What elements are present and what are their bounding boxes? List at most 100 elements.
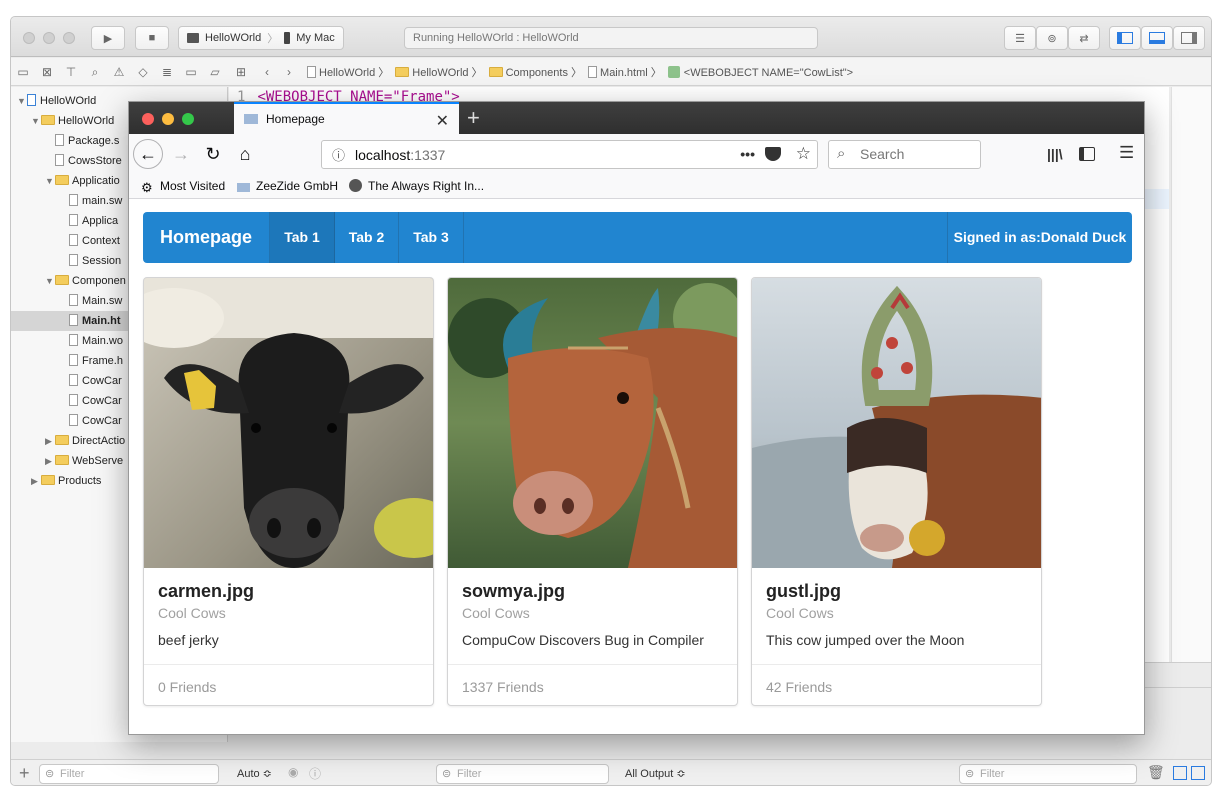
jump-project[interactable]: HelloWOrld — [319, 67, 375, 79]
disclosure-triangle-icon[interactable]: ▼ — [45, 271, 55, 291]
minimize-browser-button[interactable] — [162, 113, 174, 125]
assistant-editor-button[interactable]: ⊚ — [1036, 26, 1068, 50]
back-button[interactable]: ← — [133, 139, 163, 169]
jump-element[interactable]: <WEBOBJECT NAME="CowList"> — [684, 67, 853, 79]
jump-file[interactable]: Main.html — [600, 67, 648, 79]
add-icon[interactable]: + — [19, 763, 30, 784]
bookmark-zeezide[interactable]: ZeeZide GmbH — [237, 179, 338, 193]
split-left-icon[interactable] — [1173, 766, 1187, 780]
test-icon[interactable]: ◇ — [135, 64, 151, 80]
debug-icon[interactable]: ≣ — [159, 64, 175, 80]
sidebar-icon[interactable] — [1079, 147, 1095, 161]
info-icon[interactable]: ⓘ — [332, 145, 345, 164]
eye-icon[interactable]: ◉ — [288, 765, 298, 779]
search-icon[interactable]: ⌕ — [87, 64, 103, 80]
pocket-icon[interactable] — [765, 147, 781, 161]
navigator-item[interactable]: ▼ Applicatio — [11, 171, 120, 191]
zoom-window-button[interactable] — [63, 32, 75, 44]
cow-card[interactable]: carmen.jpg Cool Cows beef jerky 0 Friend… — [143, 277, 434, 706]
close-browser-button[interactable] — [142, 113, 154, 125]
navigator-item[interactable]: ▶ Products — [11, 471, 101, 491]
info-icon[interactable]: ⓘ — [309, 765, 321, 782]
navigator-item[interactable]: ▼ HelloWOrld — [11, 111, 114, 131]
run-button[interactable]: ▶ — [91, 26, 125, 50]
card-friends[interactable]: 42 Friends — [752, 664, 1041, 705]
navigator-item[interactable]: Main.sw — [11, 291, 122, 311]
cow-card[interactable]: gustl.jpg Cool Cows This cow jumped over… — [751, 277, 1042, 706]
forward-button[interactable]: → — [166, 139, 196, 169]
navigator-item[interactable]: Session — [11, 251, 121, 271]
navigator-item[interactable]: CowCar — [11, 391, 122, 411]
reload-button[interactable]: ↻ — [198, 139, 228, 169]
folder-icon[interactable]: ▭ — [15, 64, 31, 80]
auto-selector[interactable]: Auto ≎ — [237, 767, 272, 780]
search-input[interactable]: Search — [828, 140, 981, 169]
back-icon[interactable]: ‹ — [259, 64, 275, 80]
standard-editor-button[interactable]: ☰ — [1004, 26, 1036, 50]
disclosure-triangle-icon[interactable]: ▼ — [17, 91, 27, 111]
navigator-item[interactable]: Package.s — [11, 131, 119, 151]
disclosure-triangle-icon[interactable]: ▶ — [45, 431, 55, 451]
card-title[interactable]: carmen.jpg — [158, 581, 254, 602]
new-tab-button[interactable]: + — [467, 105, 480, 131]
tab-1[interactable]: Tab 1 — [270, 212, 335, 263]
bookmark-most-visited[interactable]: ⚙ Most Visited — [141, 179, 225, 195]
toggle-debug-button[interactable] — [1141, 26, 1173, 50]
scheme-selector[interactable]: HelloWOrld 〉 My Mac — [178, 26, 344, 50]
navigator-item[interactable]: ▼ HelloWOrld — [11, 91, 96, 111]
report-icon[interactable]: ▱ — [207, 64, 223, 80]
home-button[interactable]: ⌂ — [230, 139, 260, 169]
bookmark-always-right[interactable]: The Always Right In... — [349, 179, 484, 193]
source-control-icon[interactable]: ⊠ — [39, 64, 55, 80]
warning-icon[interactable]: ⚠ — [111, 64, 127, 80]
url-bar[interactable]: ⓘ localhost:1337 ••• ☆ — [321, 140, 818, 169]
navigator-item[interactable]: ▼ Componen — [11, 271, 126, 291]
card-title[interactable]: sowmya.jpg — [462, 581, 565, 602]
navigator-item[interactable]: CowCar — [11, 371, 122, 391]
zoom-browser-button[interactable] — [182, 113, 194, 125]
jump-bar[interactable]: HelloWOrld 〉 HelloWOrld 〉 Components 〉 Main… — [307, 64, 856, 80]
jump-group[interactable]: HelloWOrld — [412, 67, 468, 79]
stop-button[interactable]: ■ — [135, 26, 169, 50]
disclosure-triangle-icon[interactable]: ▶ — [31, 471, 41, 491]
version-editor-button[interactable]: ⇄ — [1068, 26, 1100, 50]
navigator-item[interactable]: CowCar — [11, 411, 122, 431]
related-items-icon[interactable]: ⊞ — [233, 64, 249, 80]
card-friends[interactable]: 0 Friends — [144, 664, 433, 705]
split-right-icon[interactable] — [1191, 766, 1205, 780]
console-filter-input[interactable]: Filter — [959, 764, 1137, 784]
jump-components[interactable]: Components — [506, 67, 568, 79]
card-title[interactable]: gustl.jpg — [766, 581, 841, 602]
variables-filter-input[interactable]: Filter — [436, 764, 609, 784]
close-window-button[interactable] — [23, 32, 35, 44]
navigator-item[interactable]: ▶ WebServe — [11, 451, 123, 471]
navigator-item[interactable]: Context — [11, 231, 120, 251]
menu-icon[interactable]: ☰ — [1119, 143, 1134, 163]
disclosure-triangle-icon[interactable]: ▼ — [45, 171, 55, 191]
disclosure-triangle-icon[interactable]: ▶ — [45, 451, 55, 471]
trash-icon[interactable]: 🗑 — [1147, 764, 1165, 781]
toggle-navigator-button[interactable] — [1109, 26, 1141, 50]
signed-in-label[interactable]: Signed in as:Donald Duck — [947, 212, 1132, 263]
bookmark-star-icon[interactable]: ☆ — [796, 144, 811, 164]
disclosure-triangle-icon[interactable]: ▼ — [31, 111, 41, 131]
cow-card[interactable]: sowmya.jpg Cool Cows CompuCow Discovers … — [447, 277, 738, 706]
library-icon[interactable]: |||\ — [1047, 146, 1063, 162]
navigator-filter-input[interactable]: Filter — [39, 764, 219, 784]
navigator-item[interactable]: Applica — [11, 211, 118, 231]
card-friends[interactable]: 1337 Friends — [448, 664, 737, 705]
navigator-item[interactable]: CowsStore — [11, 151, 122, 171]
brand-link[interactable]: Homepage — [143, 212, 270, 263]
toggle-inspector-button[interactable] — [1173, 26, 1205, 50]
hierarchy-icon[interactable]: ⊤ — [63, 64, 79, 80]
close-tab-icon[interactable]: ✕ — [436, 111, 449, 131]
navigator-item[interactable]: Frame.h — [11, 351, 123, 371]
forward-icon[interactable]: › — [281, 64, 297, 80]
tab-2[interactable]: Tab 2 — [335, 212, 399, 263]
output-selector[interactable]: All Output ≎ — [625, 767, 686, 780]
navigator-item[interactable]: ▶ DirectActio — [11, 431, 125, 451]
navigator-item[interactable]: main.sw — [11, 191, 122, 211]
page-actions-icon[interactable]: ••• — [740, 146, 755, 162]
minimize-window-button[interactable] — [43, 32, 55, 44]
tab-3[interactable]: Tab 3 — [399, 212, 464, 263]
